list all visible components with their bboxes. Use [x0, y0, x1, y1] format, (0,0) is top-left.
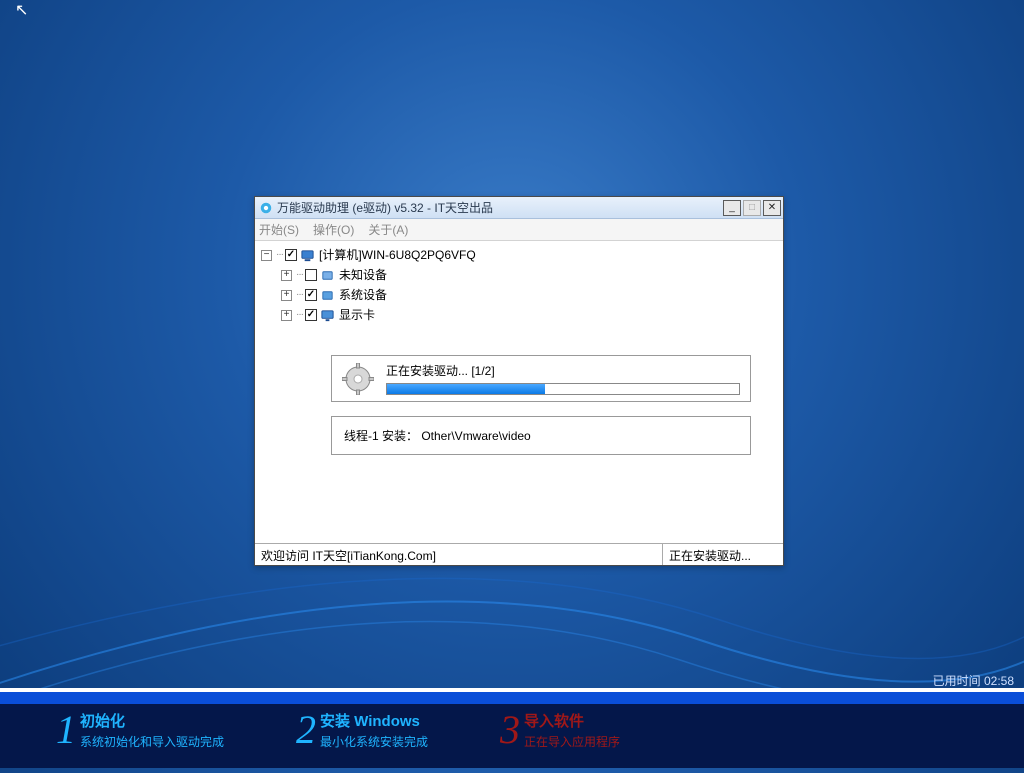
step-subtitle: 最小化系统安装完成	[320, 733, 428, 750]
tree-node-label: 显示卡	[339, 305, 375, 325]
tree-node-label: 系统设备	[339, 285, 387, 305]
statusbar: 欢迎访问 IT天空[iTianKong.Com] 正在安装驱动...	[255, 543, 783, 565]
app-icon	[259, 201, 273, 215]
tree-node-label: [计算机]WIN-6U8Q2PQ6VFQ	[319, 245, 476, 265]
minimize-button[interactable]: _	[723, 200, 741, 216]
checkbox[interactable]	[305, 269, 317, 281]
window-title: 万能驱动助理 (e驱动) v5.32 - IT天空出品	[277, 199, 723, 216]
maximize-button[interactable]: □	[743, 200, 761, 216]
expand-icon[interactable]: +	[281, 290, 292, 301]
titlebar[interactable]: 万能驱动助理 (e驱动) v5.32 - IT天空出品 _ □ ✕	[255, 197, 783, 219]
progress-panel: 正在安装驱动... [1/2]	[331, 355, 751, 402]
expand-icon[interactable]: −	[261, 250, 272, 261]
install-step: 1初始化系统初始化和导入驱动完成	[56, 710, 224, 750]
cursor-icon: ↖	[15, 0, 28, 20]
status-right: 正在安装驱动...	[663, 544, 783, 565]
status-left: 欢迎访问 IT天空[iTianKong.Com]	[255, 544, 663, 565]
tree-node-unknown[interactable]: + ··· 未知设备	[261, 265, 777, 285]
install-progress-bar	[0, 692, 1024, 704]
expand-icon[interactable]: +	[281, 310, 292, 321]
computer-icon	[300, 248, 315, 263]
thread-status: 线程-1 安装： Other\Vmware\video	[331, 416, 751, 455]
step-number: 1	[56, 710, 76, 750]
device-icon	[320, 288, 335, 303]
checkbox[interactable]	[285, 249, 297, 261]
tree-node-system[interactable]: + ··· 系统设备	[261, 285, 777, 305]
install-step: 3导入软件正在导入应用程序	[500, 710, 620, 750]
checkbox[interactable]	[305, 289, 317, 301]
expand-icon[interactable]: +	[281, 270, 292, 281]
step-title: 导入软件	[524, 710, 620, 731]
step-title: 安装 Windows	[320, 710, 428, 731]
menu-start[interactable]: 开始(S)	[259, 221, 299, 238]
checkbox[interactable]	[305, 309, 317, 321]
step-number: 3	[500, 710, 520, 750]
content-area: − ··· [计算机]WIN-6U8Q2PQ6VFQ + ··· 未知设备	[255, 241, 783, 543]
tree-node-label: 未知设备	[339, 265, 387, 285]
tree-root[interactable]: − ··· [计算机]WIN-6U8Q2PQ6VFQ	[261, 245, 777, 265]
install-step: 2安装 Windows 最小化系统安装完成	[296, 710, 428, 750]
gear-icon	[342, 363, 374, 395]
menu-about[interactable]: 关于(A)	[368, 221, 408, 238]
step-subtitle: 正在导入应用程序	[524, 733, 620, 750]
install-steps: 1初始化系统初始化和导入驱动完成 2安装 Windows 最小化系统安装完成 3导入软…	[56, 710, 620, 750]
driver-installer-window: 万能驱动助理 (e驱动) v5.32 - IT天空出品 _ □ ✕ 开始(S) …	[254, 196, 784, 566]
tree-node-display[interactable]: + ··· 显示卡	[261, 305, 777, 325]
progress-bar	[386, 383, 740, 395]
step-title: 初始化	[80, 710, 224, 731]
progress-label: 正在安装驱动... [1/2]	[386, 362, 740, 379]
close-button[interactable]: ✕	[763, 200, 781, 216]
device-tree: − ··· [计算机]WIN-6U8Q2PQ6VFQ + ··· 未知设备	[261, 245, 777, 325]
menubar: 开始(S) 操作(O) 关于(A)	[255, 219, 783, 241]
step-subtitle: 系统初始化和导入驱动完成	[80, 733, 224, 750]
display-icon	[320, 308, 335, 323]
menu-action[interactable]: 操作(O)	[313, 221, 354, 238]
elapsed-time: 已用时间 02:58	[933, 672, 1014, 689]
device-icon	[320, 268, 335, 283]
step-number: 2	[296, 710, 316, 750]
